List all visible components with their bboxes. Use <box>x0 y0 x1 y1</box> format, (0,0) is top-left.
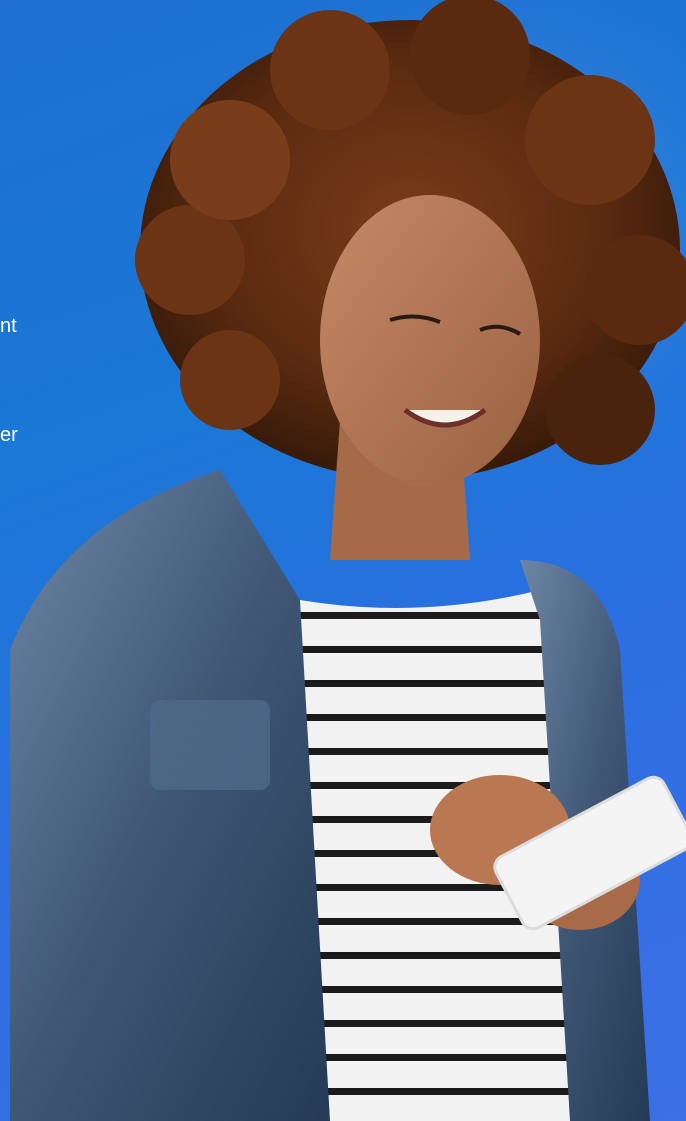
woman-using-phone-photo <box>10 0 686 1121</box>
hero-section: nt er <box>0 0 686 1121</box>
